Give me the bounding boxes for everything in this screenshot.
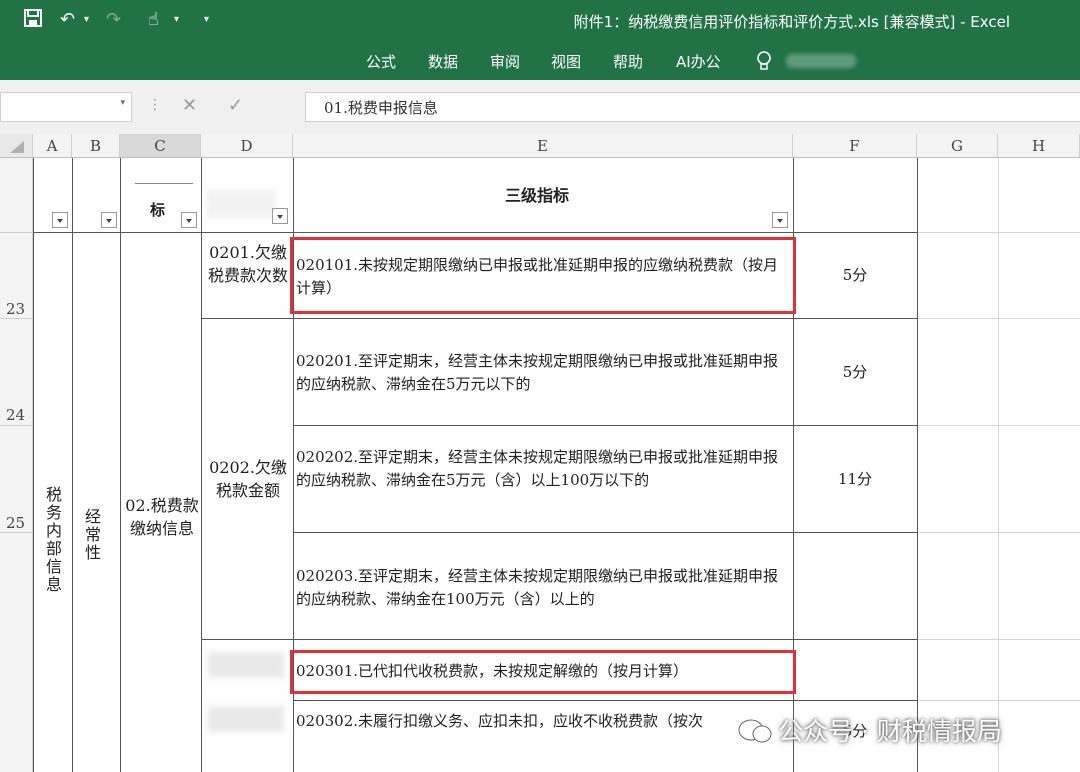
cell-e-020201[interactable]: 020201.至评定期末，经营主体未按规定期限缴纳已申报或批准延期申报的应纳税款… [296, 350, 788, 396]
watermark-text: 公众号 · 财税情报局 [778, 717, 1002, 746]
column-header-f[interactable]: F [793, 134, 917, 158]
column-header-b[interactable]: B [72, 134, 120, 158]
formula-content: 01.税费申报信息 [324, 99, 438, 117]
blurred-cell-d [208, 706, 284, 732]
redo-icon[interactable]: ↷ [106, 9, 121, 31]
cell-f-020101[interactable]: 5分 [793, 264, 917, 287]
tab-ai-office[interactable]: AI办公 [676, 51, 721, 72]
tab-formulas[interactable]: 公式 [366, 51, 396, 72]
filter-button-b[interactable] [101, 212, 117, 228]
filter-button-e[interactable] [772, 212, 788, 228]
cell-b-frequency[interactable]: 经常性 [80, 508, 103, 562]
watermark: 公众号 · 财税情报局 [738, 712, 1002, 748]
filter-button-a[interactable] [52, 212, 68, 228]
blurred-cell-d-0203 [208, 652, 284, 678]
enter-icon[interactable]: ✓ [228, 95, 243, 116]
filter-button-c[interactable] [181, 212, 197, 228]
more-icon: ⋮ [148, 97, 162, 113]
column-header-e[interactable]: E [293, 134, 793, 158]
cell-e-020302[interactable]: 020302.未履行扣缴义务、应扣未扣，应收不收税费款（按次 [296, 710, 788, 733]
ribbon-tabs: 公式 数据 审阅 视图 帮助 AI办公 [0, 42, 1080, 80]
touch-mode-icon[interactable]: ☝ [148, 9, 159, 31]
title-bar: ↶ ▾ ↷ ☝ ▾ ▾ 附件1：纳税缴费信用评价指标和评价方式.xls [兼容模… [0, 0, 1080, 42]
row-header-strip [0, 158, 33, 772]
cell-a-category[interactable]: 税务内部信息 [41, 486, 64, 594]
tab-help[interactable]: 帮助 [613, 51, 643, 72]
customize-qat-icon[interactable]: ▾ [204, 9, 209, 31]
highlight-box-020301 [290, 650, 796, 694]
chevron-down-icon[interactable]: ▾ [174, 9, 179, 31]
cell-e-020203[interactable]: 020203.至评定期末，经营主体未按规定期限缴纳已申报或批准延期申报的应纳税款… [296, 565, 788, 611]
tab-review[interactable]: 审阅 [490, 51, 520, 72]
highlight-box-020101 [290, 237, 796, 314]
tab-data[interactable]: 数据 [428, 51, 458, 72]
select-all-corner[interactable] [0, 134, 33, 158]
lightbulb-icon[interactable] [756, 51, 772, 75]
cell-f-020202[interactable]: 11分 [793, 468, 917, 491]
chevron-down-icon[interactable]: ▾ [84, 9, 89, 31]
cancel-icon[interactable]: ✕ [182, 95, 197, 116]
cell-d-0201[interactable]: 0201.欠缴税费款次数 [205, 241, 291, 287]
cell-e-020202[interactable]: 020202.至评定期末，经营主体未按规定期限缴纳已申报或批准延期申报的应纳税款… [296, 446, 788, 492]
header-c-label: 标 [150, 201, 166, 219]
tab-view[interactable]: 视图 [551, 51, 581, 72]
column-header-c[interactable]: C [120, 134, 201, 158]
header-e-label: 三级指标 [505, 186, 570, 205]
column-header-g[interactable]: G [917, 134, 998, 158]
cell-d-0202[interactable]: 0202.欠缴税款金额 [205, 456, 291, 502]
name-box[interactable]: ▾ [0, 92, 132, 122]
row-header-24[interactable]: 24 [6, 406, 25, 424]
cell-c-level2[interactable]: 02.税费款缴纳信息 [124, 494, 200, 540]
chevron-down-icon[interactable]: ▾ [120, 98, 125, 108]
column-header-h[interactable]: H [998, 134, 1080, 158]
column-header-d[interactable]: D [201, 134, 293, 158]
column-header-a[interactable]: A [33, 134, 72, 158]
undo-icon[interactable]: ↶ [60, 9, 75, 31]
cell-f-020201[interactable]: 5分 [793, 361, 917, 384]
row-header-23[interactable]: 23 [6, 300, 25, 318]
window-title: 附件1：纳税缴费信用评价指标和评价方式.xls [兼容模式] - Excel [573, 13, 1010, 31]
save-icon[interactable] [24, 9, 42, 33]
filter-button-d[interactable] [272, 208, 288, 224]
blurred-search-box[interactable] [786, 54, 856, 68]
row-header-25[interactable]: 25 [6, 514, 25, 532]
